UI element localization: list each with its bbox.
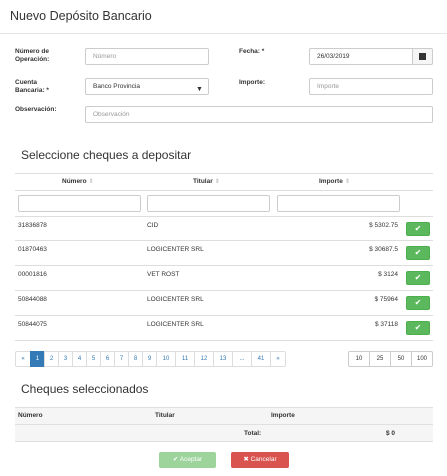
row-divider <box>15 265 433 266</box>
pagination-page[interactable]: 3 <box>58 351 73 367</box>
filter-numero-input[interactable] <box>18 195 141 212</box>
pagination-page[interactable]: 12 <box>194 351 214 367</box>
pagination-prev[interactable]: « <box>15 351 31 367</box>
check-icon: ✔ <box>414 298 422 307</box>
pagination-page[interactable]: 8 <box>128 351 143 367</box>
selected-col-numero: Número <box>18 412 43 419</box>
importe-label: Importe: <box>239 79 265 86</box>
page-size-option[interactable]: 25 <box>369 351 391 367</box>
cheques-section-title: Seleccione cheques a depositar <box>21 148 192 162</box>
fecha-label: Fecha: * <box>239 48 265 55</box>
row-numero: 31836878 <box>18 222 47 229</box>
pagination-page[interactable]: 4 <box>72 351 87 367</box>
selected-col-importe: Importe <box>271 412 295 419</box>
row-numero: 50844088 <box>18 296 47 303</box>
row-divider <box>15 240 433 241</box>
check-icon: ✔ <box>414 248 422 257</box>
pagination-page[interactable]: 41 <box>251 351 271 367</box>
accept-button[interactable]: ✔ Aceptar <box>159 452 216 468</box>
select-cheque-button[interactable]: ✔ <box>406 271 430 285</box>
pagination-page[interactable]: 2 <box>44 351 59 367</box>
observacion-label: Observación: <box>15 106 57 113</box>
cancel-button[interactable]: ✖ Cancelar <box>231 452 289 468</box>
total-value: $ 0 <box>386 430 396 437</box>
header-border <box>15 190 433 191</box>
calendar-button[interactable] <box>413 48 433 65</box>
pagination-page[interactable]: 6 <box>100 351 115 367</box>
total-label: Total: <box>244 430 262 437</box>
row-numero: 50844075 <box>18 321 47 328</box>
check-icon: ✔ <box>414 323 422 332</box>
check-icon: ✔ <box>414 224 422 233</box>
pagination-ellipsis: ... <box>232 351 252 367</box>
col-header-numero[interactable]: Número ⇕ <box>62 178 94 185</box>
sort-icon: ⇕ <box>88 179 94 185</box>
cuenta-bancaria-select[interactable]: Banco Provincia ▼ <box>85 78 209 95</box>
selected-col-titular: Titular <box>155 412 175 419</box>
filter-titular-input[interactable] <box>147 195 270 212</box>
select-cheque-button[interactable]: ✔ <box>406 246 430 260</box>
row-numero: 00001816 <box>18 271 47 278</box>
filter-importe-input[interactable] <box>277 195 400 212</box>
row-titular: VET ROST <box>147 271 180 278</box>
pagination: « 1 2 3 4 5 6 7 8 9 10 11 12 13 ... 41 » <box>15 351 286 367</box>
modal-header: Nuevo Depósito Bancario <box>0 0 447 34</box>
page-size-group: 10 25 50 100 <box>348 351 433 367</box>
sort-icon: ⇕ <box>344 179 350 185</box>
numero-operacion-input[interactable]: Número <box>85 48 209 65</box>
check-icon: ✔ <box>414 273 422 282</box>
pagination-page[interactable]: 7 <box>114 351 129 367</box>
row-importe: $ 37118 <box>374 321 398 328</box>
select-cheque-button[interactable]: ✔ <box>406 321 430 335</box>
row-titular: LOGICENTER SRL <box>147 246 204 253</box>
row-importe: $ 5302.75 <box>369 222 398 229</box>
row-numero: 01870463 <box>18 246 47 253</box>
filter-border <box>15 216 433 217</box>
row-titular: LOGICENTER SRL <box>147 296 204 303</box>
row-divider <box>15 290 433 291</box>
selected-table-header: Número Titular Importe <box>15 407 433 425</box>
row-importe: $ 75964 <box>374 296 399 303</box>
col-header-importe[interactable]: Importe ⇕ <box>319 178 350 185</box>
selected-total-row: Total: $ 0 <box>15 425 433 442</box>
page-size-option[interactable]: 10 <box>348 351 370 367</box>
observacion-input[interactable]: Observación <box>85 106 433 123</box>
pagination-page[interactable]: 1 <box>30 351 45 367</box>
numero-operacion-label: Número de Operación: <box>15 48 50 63</box>
sort-icon: ⇕ <box>214 179 220 185</box>
pagination-page[interactable]: 9 <box>142 351 157 367</box>
row-divider <box>15 315 433 316</box>
cuenta-bancaria-value: Banco Provincia <box>93 83 140 90</box>
importe-input[interactable]: Importe <box>309 78 433 95</box>
row-titular: CID <box>147 222 159 229</box>
pagination-page[interactable]: 11 <box>175 351 195 367</box>
cuenta-bancaria-label: Cuenta Bancaria: * <box>15 79 49 94</box>
page-size-option[interactable]: 100 <box>411 351 433 367</box>
pagination-page[interactable]: 13 <box>213 351 233 367</box>
fecha-input[interactable]: 26/03/2019 <box>309 48 413 65</box>
select-cheque-button[interactable]: ✔ <box>406 222 430 236</box>
pagination-next[interactable]: » <box>270 351 286 367</box>
select-cheque-button[interactable]: ✔ <box>406 296 430 310</box>
row-importe: $ 30687.5 <box>369 246 398 253</box>
page-size-option[interactable]: 50 <box>390 351 412 367</box>
col-header-titular[interactable]: Titular ⇕ <box>193 178 220 185</box>
pagination-page[interactable]: 10 <box>156 351 176 367</box>
calendar-icon <box>419 53 426 60</box>
modal-title: Nuevo Depósito Bancario <box>10 9 152 23</box>
chevron-down-icon: ▼ <box>196 86 203 93</box>
row-importe: $ 3124 <box>378 271 398 278</box>
selected-section-title: Cheques seleccionados <box>21 382 149 396</box>
row-divider <box>15 340 433 341</box>
table-top-border <box>15 173 433 174</box>
pagination-page[interactable]: 5 <box>86 351 101 367</box>
row-titular: LOGICENTER SRL <box>147 321 204 328</box>
